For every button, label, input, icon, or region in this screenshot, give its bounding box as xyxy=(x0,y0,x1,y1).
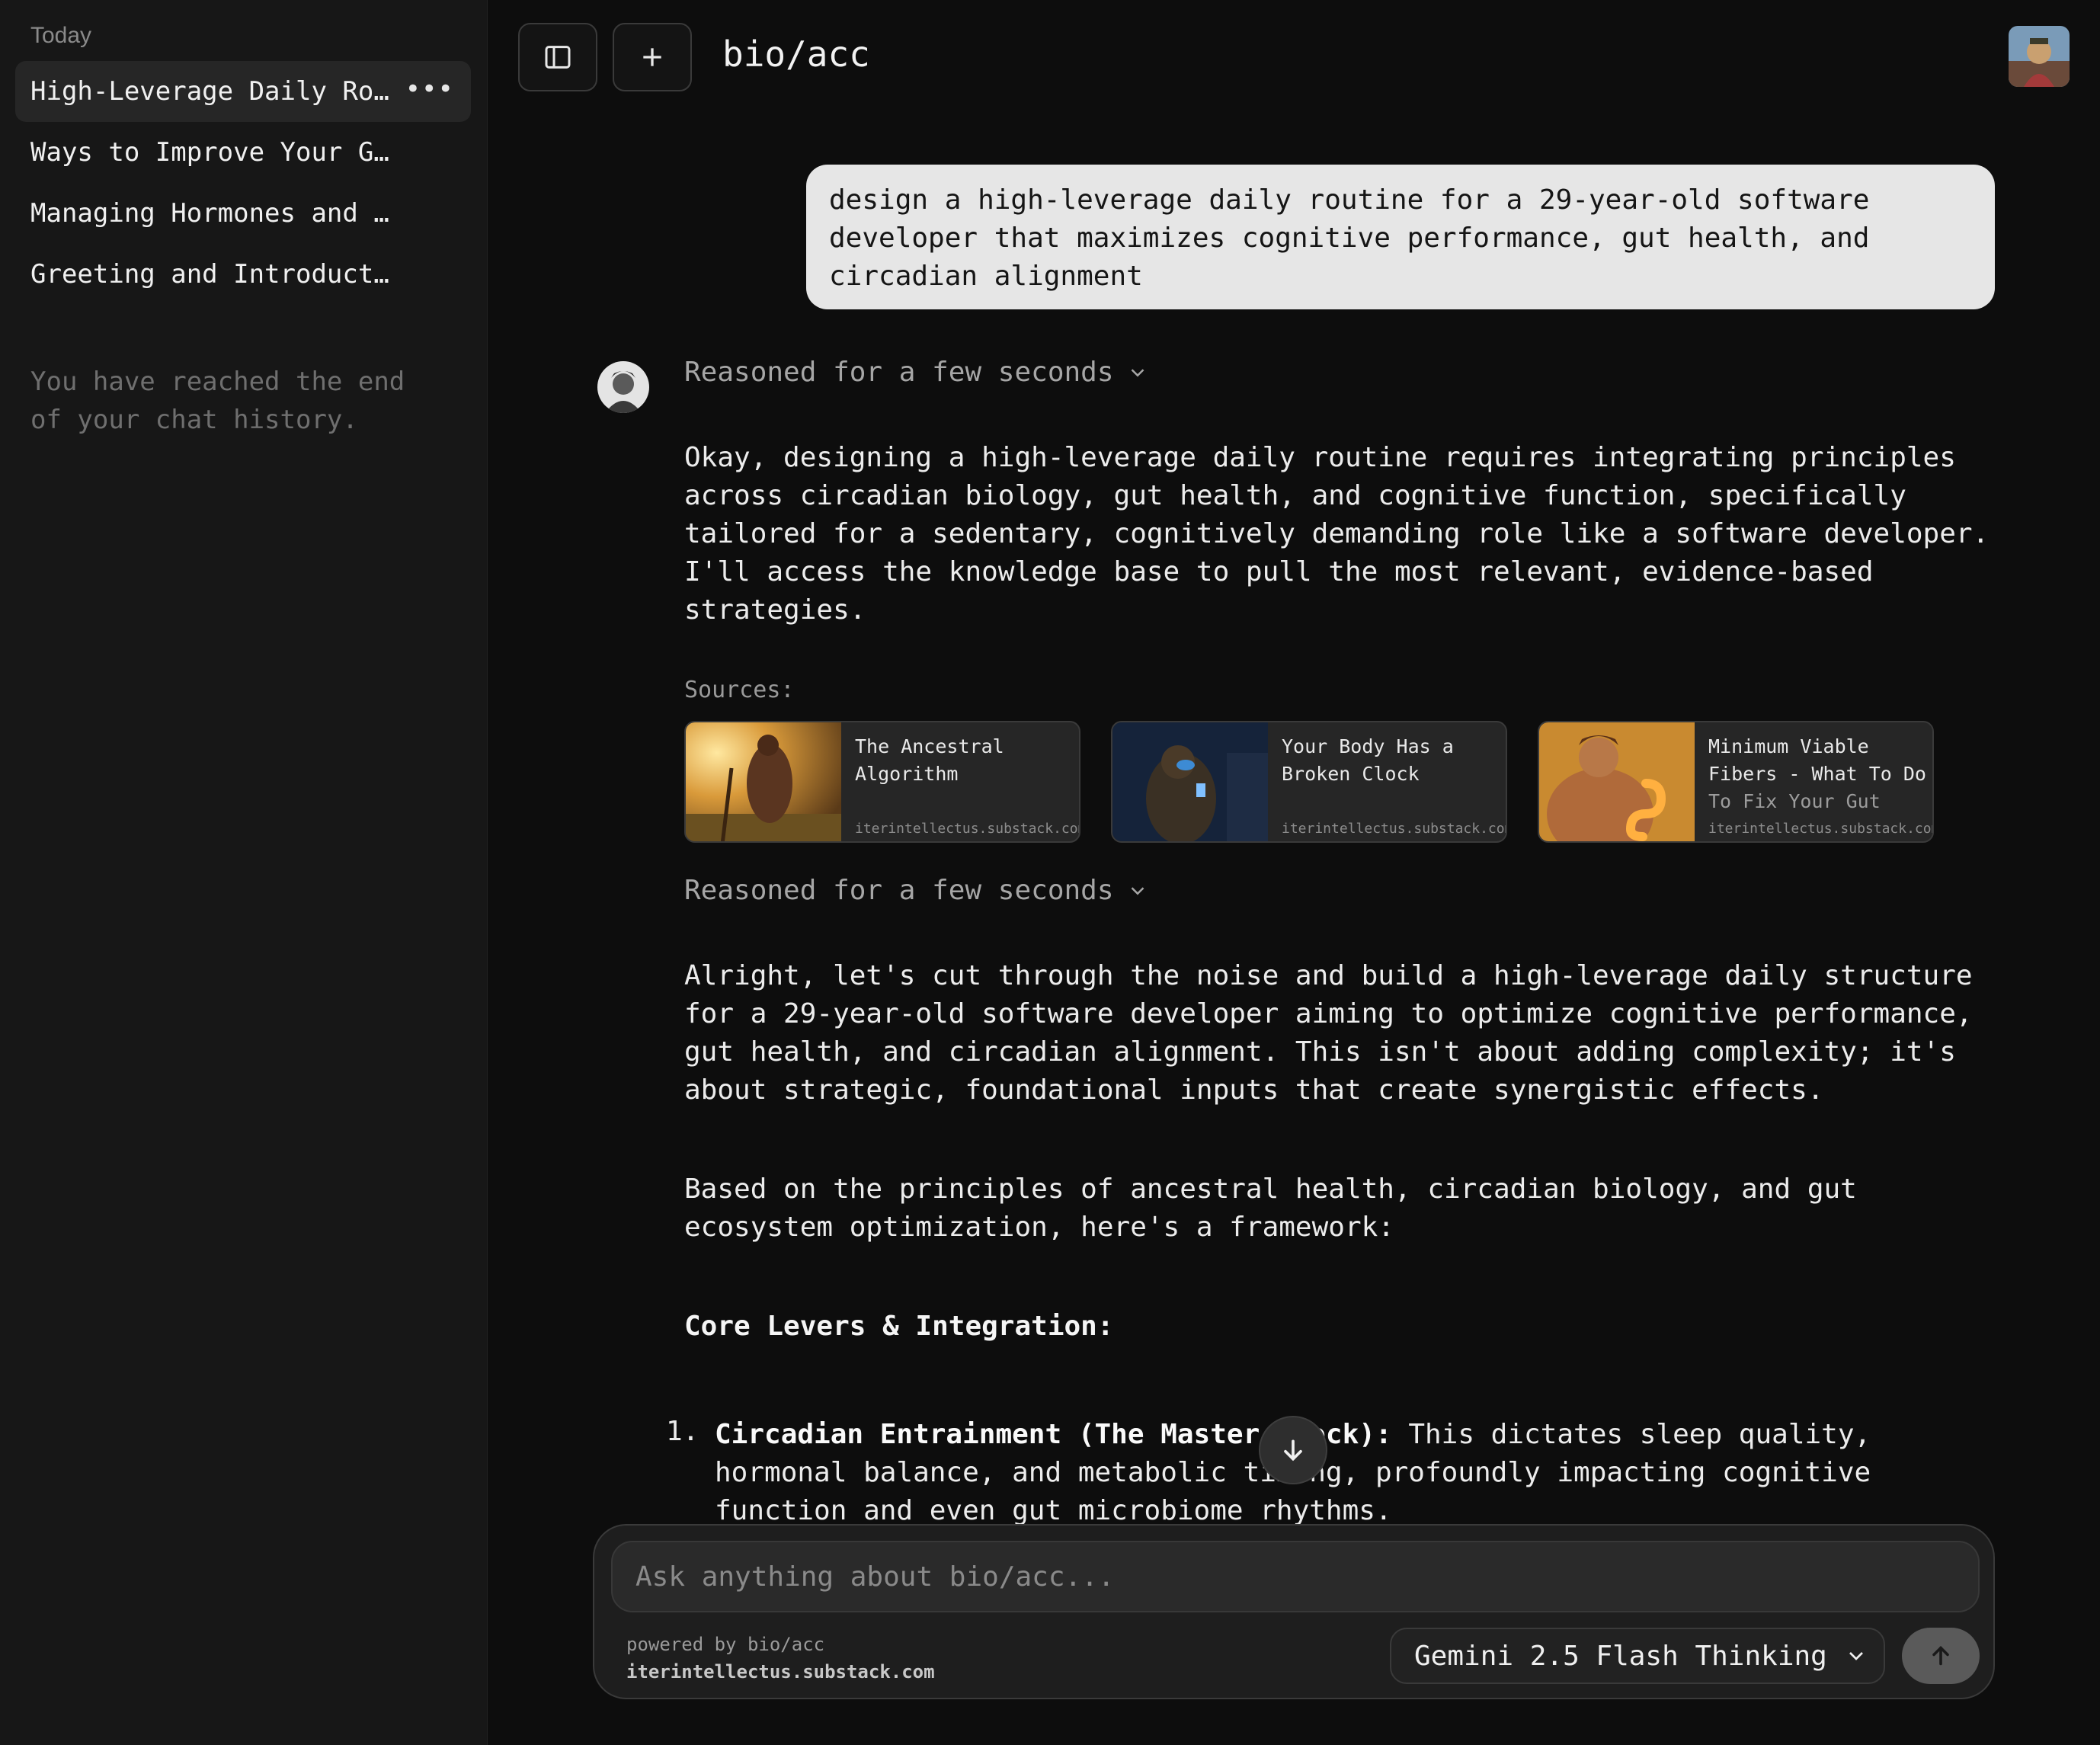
arrow-up-icon xyxy=(1932,1645,1949,1666)
composer: powered by bio/acc iterintellectus.subst… xyxy=(593,1524,1995,1699)
sidebar-item-label: Ways to Improve Your G… xyxy=(30,137,389,168)
source-card-2[interactable]: Your Body Has a Broken Clock iterintelle… xyxy=(1111,721,1507,843)
user-avatar[interactable] xyxy=(2009,26,2070,87)
sidebar: Today High-Leverage Daily Ro… ••• Ways t… xyxy=(0,0,488,1745)
user-message-bubble: design a high-leverage daily routine for… xyxy=(806,165,1995,309)
list-item-number: 1. xyxy=(666,1416,699,1447)
chevron-down-icon xyxy=(1131,886,1144,895)
source-domain: iterintellectus.substack.com xyxy=(855,821,1080,837)
powered-by: powered by bio/acc iterintellectus.subst… xyxy=(626,1631,935,1686)
reasoning-label: Reasoned for a few seconds xyxy=(684,875,1114,906)
source-title: Minimum Viable Fibers - What To Do To Fi… xyxy=(1708,733,1929,815)
new-chat-button[interactable] xyxy=(613,23,692,91)
scroll-to-bottom-button[interactable] xyxy=(1259,1416,1327,1484)
sidebar-item-chat-3[interactable]: Managing Hormones and … xyxy=(15,183,471,244)
avatar-image xyxy=(2009,26,2070,87)
reasoning-label: Reasoned for a few seconds xyxy=(684,357,1114,388)
source-thumbnail xyxy=(686,722,841,841)
sidebar-section-label: Today xyxy=(30,23,92,48)
list-item: Circadian Entrainment (The Master Clock)… xyxy=(715,1416,2002,1530)
sidebar-item-chat-2[interactable]: Ways to Improve Your G… xyxy=(15,122,471,183)
chat-input[interactable] xyxy=(611,1541,1980,1612)
source-domain: iterintellectus.substack.com xyxy=(1708,821,1934,837)
send-button[interactable] xyxy=(1902,1628,1980,1684)
assistant-paragraph-2: Alright, let's cut through the noise and… xyxy=(684,960,1973,1106)
page-title: bio/acc xyxy=(722,34,870,75)
source-title-main: Minimum Viable Fibers - What To Do xyxy=(1708,735,1926,785)
section-heading: Core Levers & Integration: xyxy=(684,1311,1114,1342)
reasoning-toggle-2[interactable]: Reasoned for a few seconds xyxy=(684,875,1149,906)
source-card-3[interactable]: Minimum Viable Fibers - What To Do To Fi… xyxy=(1538,721,1934,843)
source-domain: iterintellectus.substack.com xyxy=(1282,821,1507,837)
sidebar-toggle-icon xyxy=(545,46,571,69)
source-card-1[interactable]: The Ancestral Algorithm iterintellectus.… xyxy=(684,721,1080,843)
model-name: Gemini 2.5 Flash Thinking xyxy=(1414,1640,1827,1672)
chevron-down-icon xyxy=(1849,1652,1863,1660)
plus-icon xyxy=(643,48,661,66)
sidebar-item-chat-1[interactable]: High-Leverage Daily Ro… ••• xyxy=(15,61,471,122)
assistant-avatar xyxy=(597,361,649,413)
sidebar-item-label: High-Leverage Daily Ro… xyxy=(30,76,389,107)
sources-label: Sources: xyxy=(684,677,795,703)
model-selector[interactable]: Gemini 2.5 Flash Thinking xyxy=(1390,1628,1885,1684)
arrow-down-icon xyxy=(1284,1439,1302,1462)
source-thumbnail xyxy=(1539,722,1695,841)
sidebar-item-label: Greeting and Introduct… xyxy=(30,259,389,290)
sidebar-item-label: Managing Hormones and … xyxy=(30,198,389,229)
assistant-paragraph-3: Based on the principles of ancestral hea… xyxy=(684,1173,1857,1243)
source-title: Your Body Has a Broken Clock xyxy=(1282,735,1454,785)
ellipsis-icon[interactable]: ••• xyxy=(405,76,454,102)
chevron-down-icon xyxy=(1131,368,1144,377)
source-thumbnail xyxy=(1112,722,1268,841)
chat-history-end-text: You have reached the end of your chat hi… xyxy=(30,367,405,435)
sidebar-toggle-button[interactable] xyxy=(518,23,597,91)
assistant-intro-paragraph: Okay, designing a high-leverage daily ro… xyxy=(684,442,1990,626)
reasoning-toggle[interactable]: Reasoned for a few seconds xyxy=(684,357,1149,388)
powered-by-text: powered by bio/acc xyxy=(626,1634,825,1655)
powered-by-domain: iterintellectus.substack.com xyxy=(626,1661,935,1683)
source-title: The Ancestral Algorithm xyxy=(855,735,1004,785)
sidebar-item-chat-4[interactable]: Greeting and Introduct… xyxy=(15,244,471,305)
source-title-faded: To Fix Your Gut xyxy=(1708,790,1881,812)
